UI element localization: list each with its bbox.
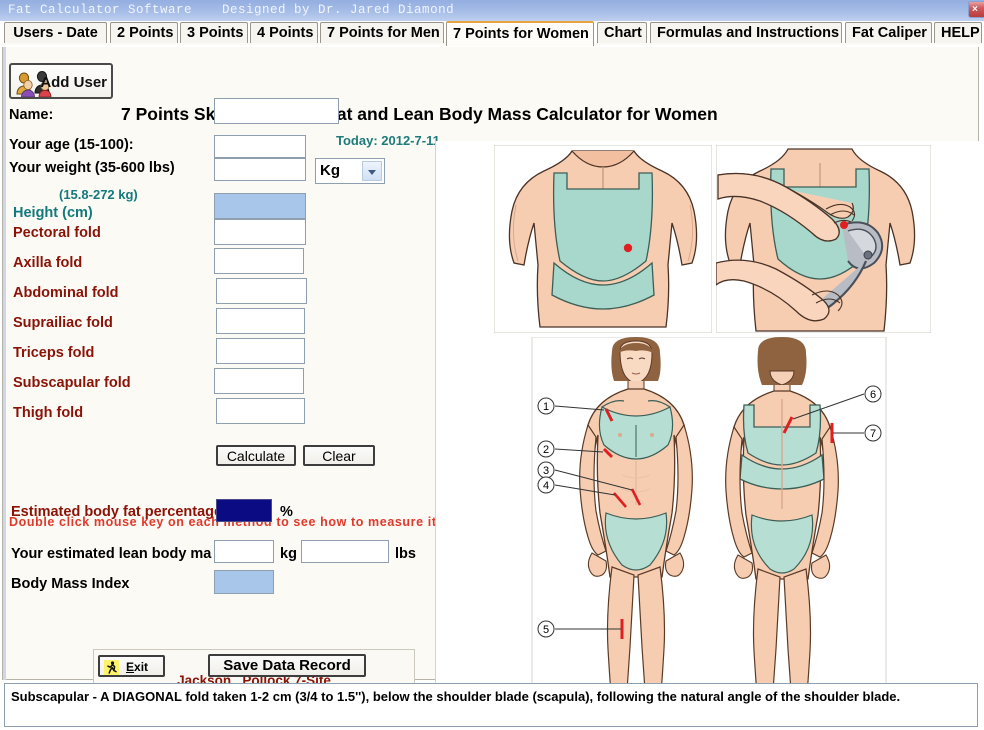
bmi-output [214, 570, 274, 594]
weight-kg-note: (15.8-272 kg) [59, 187, 138, 202]
marker-6-label: 6 [870, 389, 876, 401]
running-man-exit-icon [104, 660, 119, 675]
calculate-button[interactable]: Calculate [216, 445, 296, 466]
height-label: Height (cm) [13, 205, 93, 221]
close-icon-glyph: × [972, 4, 978, 15]
marker-4-label: 4 [543, 480, 549, 492]
close-icon[interactable]: × [968, 1, 984, 18]
suprailiac-fold-label: Suprailiac fold [13, 315, 113, 331]
axilla-fold-label: Axilla fold [13, 255, 83, 271]
suprailiac-fold-input[interactable] [216, 308, 305, 334]
thigh-fold-input[interactable] [216, 398, 305, 424]
weight-input[interactable] [214, 158, 306, 181]
title-bar: Fat Calculator Software Designed by Dr. J… [0, 0, 984, 21]
subscapular-site-illustration [494, 145, 712, 333]
app-designer: Designed by Dr. Jared Diamond [222, 3, 455, 17]
tab-fat-caliper[interactable]: Fat Caliper [845, 22, 932, 45]
marker-1-label: 1 [543, 401, 549, 413]
status-bar-description: Subscapular - A DIAGONAL fold taken 1-2 … [4, 683, 978, 727]
lean-lbs-output [301, 540, 389, 563]
name-input[interactable] [214, 98, 339, 124]
tab-7-points-women[interactable]: 7 Points for Women [446, 21, 594, 46]
subscapular-fold-label: Subscapular fold [13, 375, 131, 391]
measurement-illustration-panel: 1 2 3 4 5 6 7 [435, 141, 980, 726]
app-window: Fat Calculator Software Designed by Dr. J… [0, 0, 984, 730]
add-user-button[interactable]: Add User [9, 63, 113, 99]
marker-5-label: 5 [543, 624, 549, 636]
weight-label: Your weight (35-600 lbs) [9, 160, 175, 176]
axilla-fold-input[interactable] [214, 248, 304, 274]
tab-formulas-instructions[interactable]: Formulas and Instructions [650, 22, 842, 45]
save-data-record-button[interactable]: Save Data Record [208, 654, 366, 677]
thigh-fold-label: Thigh fold [13, 405, 84, 421]
clear-button[interactable]: Clear [303, 445, 375, 466]
bodyfat-output [216, 499, 272, 522]
tab-help[interactable]: HELP [934, 22, 982, 45]
tab-panel-7-points-women: Add User 7 Points Skin Fold Body Fat and… [2, 47, 980, 726]
title-bar-text: Fat Calculator Software Designed by Dr. J… [8, 3, 454, 17]
caliper-technique-illustration [716, 145, 931, 333]
triceps-fold-label: Triceps fold [13, 345, 95, 361]
app-title: Fat Calculator Software [8, 3, 193, 17]
tab-strip: Users - Date 2 Points 3 Points 4 Points … [0, 21, 984, 46]
name-label: Name: [9, 107, 54, 123]
lean-lbs-unit-label: lbs [395, 546, 416, 562]
lean-kg-unit-label: kg [280, 546, 297, 562]
marker-3-label: 3 [543, 465, 549, 477]
tab-3-points[interactable]: 3 Points [180, 22, 248, 45]
abdominal-fold-label: Abdominal fold [13, 285, 119, 301]
exit-button[interactable]: Exit [98, 655, 165, 677]
height-input[interactable] [214, 193, 306, 219]
tab-users-date[interactable]: Users - Date [4, 22, 107, 45]
chevron-down-icon[interactable] [362, 161, 382, 181]
page-title: 7 Points Skin Fold Body Fat and Lean Bod… [121, 104, 718, 124]
bodyfat-label: Estimated body fat percentage: [11, 504, 227, 520]
weight-unit-selected-value: Kg [320, 162, 340, 179]
subscapular-fold-input[interactable] [214, 368, 304, 394]
tab-2-points[interactable]: 2 Points [110, 22, 178, 45]
marker-7-label: 7 [870, 428, 876, 440]
pectoral-fold-label: Pectoral fold [13, 225, 101, 241]
exit-button-label: Exit [126, 660, 149, 674]
seven-site-body-map-illustration: 1 2 3 4 5 6 7 [531, 337, 887, 723]
add-user-label: Add User [40, 74, 107, 91]
abdominal-fold-input[interactable] [216, 278, 307, 304]
age-input[interactable] [214, 135, 306, 158]
lean-body-mass-label: Your estimated lean body ma [11, 546, 212, 562]
weight-unit-select[interactable]: Kg [315, 158, 385, 184]
tab-4-points[interactable]: 4 Points [250, 22, 318, 45]
tab-7-points-men[interactable]: 7 Points for Men [320, 22, 444, 45]
exit-label-rest: xit [134, 660, 149, 674]
tab-chart[interactable]: Chart [597, 22, 647, 45]
today-date: Today: 2012-7-11 [336, 133, 440, 148]
lean-kg-output [214, 540, 274, 563]
percent-symbol: % [280, 504, 293, 520]
marker-2-label: 2 [543, 444, 549, 456]
pectoral-fold-input[interactable] [214, 219, 306, 245]
bmi-label: Body Mass Index [11, 576, 130, 592]
age-label: Your age (15-100): [9, 137, 134, 153]
triceps-fold-input[interactable] [216, 338, 305, 364]
